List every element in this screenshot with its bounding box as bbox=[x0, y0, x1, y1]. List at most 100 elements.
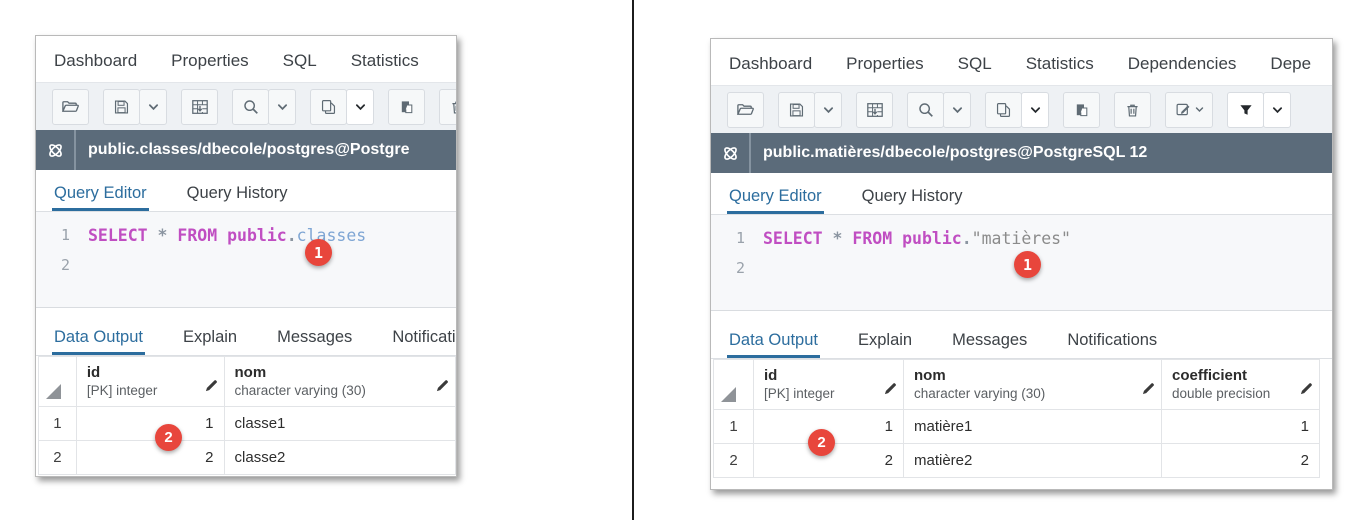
sql-line-1: 1 SELECT * FROM public.classes bbox=[36, 220, 456, 250]
column-header-nom[interactable]: nom character varying (30) bbox=[904, 360, 1162, 410]
filter-options-button[interactable] bbox=[1263, 92, 1291, 128]
screenshot-canvas: Dashboard Properties SQL Statistics bbox=[0, 0, 1368, 520]
connection-status-icon[interactable] bbox=[711, 133, 751, 173]
column-header-id[interactable]: id [PK] integer bbox=[76, 357, 224, 407]
column-name: coefficient bbox=[1172, 367, 1293, 385]
folder-open-icon bbox=[736, 100, 755, 119]
column-header-coefficient[interactable]: coefficient double precision bbox=[1162, 360, 1320, 410]
tab-messages[interactable]: Messages bbox=[275, 320, 354, 355]
copy-button[interactable] bbox=[985, 92, 1022, 128]
tab-sql[interactable]: SQL bbox=[283, 51, 317, 71]
find-options-button[interactable] bbox=[943, 92, 971, 128]
open-file-button[interactable] bbox=[52, 89, 89, 125]
tab-messages[interactable]: Messages bbox=[950, 323, 1029, 358]
pencil-icon bbox=[1142, 382, 1155, 395]
row-number[interactable]: 2 bbox=[714, 444, 754, 478]
connection-status-icon[interactable] bbox=[36, 130, 76, 170]
save-data-changes-button[interactable] bbox=[181, 89, 218, 125]
column-name: nom bbox=[914, 367, 1135, 385]
tab-query-editor[interactable]: Query Editor bbox=[52, 176, 149, 211]
paste-button[interactable] bbox=[1063, 92, 1100, 128]
connection-string: public.matières/dbecole/postgres@Postgre… bbox=[751, 133, 1147, 173]
cell-nom[interactable]: matière2 bbox=[904, 444, 1162, 478]
tab-dependencies[interactable]: Dependencies bbox=[1128, 54, 1237, 74]
save-data-changes-button[interactable] bbox=[856, 92, 893, 128]
tab-dashboard[interactable]: Dashboard bbox=[729, 54, 812, 74]
select-all-corner[interactable] bbox=[714, 360, 754, 410]
open-file-button[interactable] bbox=[727, 92, 764, 128]
row-number[interactable]: 1 bbox=[39, 407, 77, 441]
edit-options-button[interactable] bbox=[1165, 92, 1213, 128]
chevron-down-icon bbox=[1030, 106, 1041, 114]
tab-data-output[interactable]: Data Output bbox=[727, 323, 820, 358]
output-tab-bar: Data Output Explain Messages Notificatio… bbox=[711, 323, 1332, 359]
tab-explain[interactable]: Explain bbox=[856, 323, 914, 358]
save-button[interactable] bbox=[778, 92, 815, 128]
cell-id[interactable]: 2 bbox=[76, 441, 224, 475]
save-button[interactable] bbox=[103, 89, 140, 125]
paste-button[interactable] bbox=[388, 89, 425, 125]
row-number[interactable]: 2 bbox=[39, 441, 77, 475]
tab-dashboard[interactable]: Dashboard bbox=[54, 51, 137, 71]
tab-explain[interactable]: Explain bbox=[181, 320, 239, 355]
line-number: 1 bbox=[36, 226, 70, 244]
chevron-down-icon bbox=[823, 106, 834, 114]
column-header-nom[interactable]: nom character varying (30) bbox=[224, 357, 455, 407]
cell-nom[interactable]: matière1 bbox=[904, 410, 1162, 444]
tab-notifications[interactable]: Notifications bbox=[1065, 323, 1159, 358]
connection-bar: public.classes/dbecole/postgres@Postgre bbox=[36, 130, 456, 170]
find-button[interactable] bbox=[232, 89, 269, 125]
tab-properties[interactable]: Properties bbox=[171, 51, 248, 71]
tab-notifications[interactable]: Notifications bbox=[390, 320, 456, 355]
column-type: [PK] integer bbox=[764, 385, 877, 402]
tab-query-editor[interactable]: Query Editor bbox=[727, 179, 824, 214]
tab-dependents[interactable]: Depe bbox=[1270, 54, 1311, 74]
select-all-corner[interactable] bbox=[39, 357, 77, 407]
cell-nom[interactable]: classe2 bbox=[224, 441, 455, 475]
query-toolbar bbox=[711, 85, 1332, 133]
column-name: id bbox=[764, 367, 877, 385]
filter-button[interactable] bbox=[1227, 92, 1264, 128]
sql-code: SELECT * FROM public."matières" bbox=[745, 229, 1071, 248]
pencil-icon bbox=[884, 382, 897, 395]
tab-sql[interactable]: SQL bbox=[958, 54, 992, 74]
panel-tab-bar: Dashboard Properties SQL Statistics bbox=[54, 44, 456, 78]
find-options-button[interactable] bbox=[268, 89, 296, 125]
copy-options-button[interactable] bbox=[1021, 92, 1049, 128]
cell-nom[interactable]: classe1 bbox=[224, 407, 455, 441]
column-header-id[interactable]: id [PK] integer bbox=[754, 360, 904, 410]
find-button[interactable] bbox=[907, 92, 944, 128]
tab-query-history[interactable]: Query History bbox=[860, 179, 965, 214]
save-options-button[interactable] bbox=[139, 89, 167, 125]
row-number[interactable]: 1 bbox=[714, 410, 754, 444]
cell-id[interactable]: 1 bbox=[76, 407, 224, 441]
tab-statistics[interactable]: Statistics bbox=[351, 51, 419, 71]
table-row: 1 1 classe1 bbox=[39, 407, 456, 441]
cell-coefficient[interactable]: 2 bbox=[1162, 444, 1320, 478]
filter-icon bbox=[1238, 102, 1254, 118]
annotation-badge-1: 1 bbox=[1014, 251, 1041, 278]
save-options-button[interactable] bbox=[814, 92, 842, 128]
header-row: id [PK] integer nom character varying (3… bbox=[714, 360, 1320, 410]
delete-button[interactable] bbox=[1114, 92, 1151, 128]
tab-properties[interactable]: Properties bbox=[846, 54, 923, 74]
tab-data-output[interactable]: Data Output bbox=[52, 320, 145, 355]
annotation-badge-1: 1 bbox=[305, 239, 332, 266]
chevron-down-icon bbox=[1195, 106, 1204, 113]
delete-button[interactable] bbox=[439, 89, 456, 125]
line-number: 2 bbox=[36, 256, 70, 274]
connection-string: public.classes/dbecole/postgres@Postgre bbox=[76, 130, 409, 170]
sql-editor[interactable]: 1 SELECT * FROM public."matières" 2 1 bbox=[711, 215, 1332, 311]
column-type: character varying (30) bbox=[235, 382, 429, 399]
copy-options-button[interactable] bbox=[346, 89, 374, 125]
sql-editor[interactable]: 1 SELECT * FROM public.classes 2 1 bbox=[36, 212, 456, 308]
annotation-badge-2: 2 bbox=[808, 429, 835, 456]
tab-query-history[interactable]: Query History bbox=[185, 176, 290, 211]
save-icon bbox=[113, 98, 130, 116]
cell-coefficient[interactable]: 1 bbox=[1162, 410, 1320, 444]
paste-icon bbox=[399, 98, 415, 116]
copy-button[interactable] bbox=[310, 89, 347, 125]
search-icon bbox=[242, 98, 260, 116]
chevron-down-icon bbox=[277, 103, 288, 111]
tab-statistics[interactable]: Statistics bbox=[1026, 54, 1094, 74]
